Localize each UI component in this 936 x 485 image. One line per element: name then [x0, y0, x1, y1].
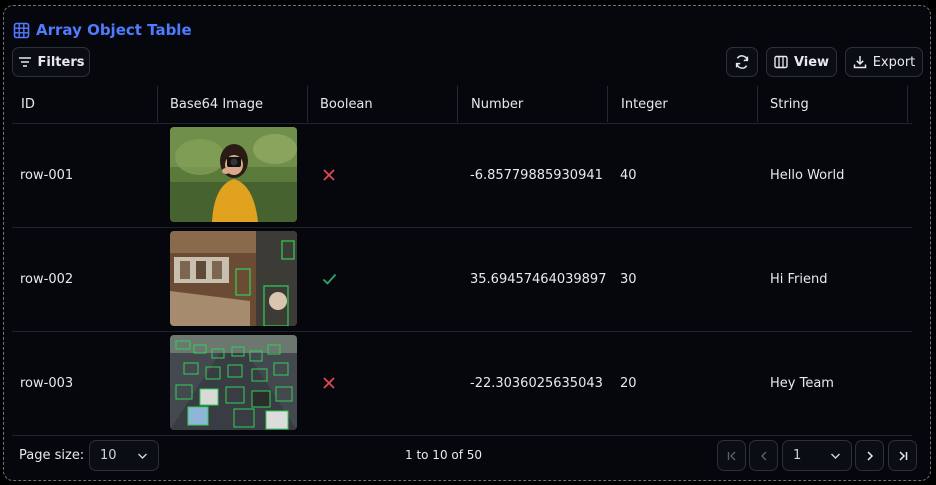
column-divider[interactable] [907, 86, 908, 122]
column-divider[interactable] [307, 86, 308, 122]
pagination-range: 1 to 10 of 50 [405, 448, 483, 462]
cell-string: Hey Team [770, 375, 834, 391]
column-divider[interactable] [457, 86, 458, 122]
table-title: Array Object Table [13, 21, 192, 39]
page-size-label: Page size: [19, 448, 85, 463]
table-title-text: Array Object Table [36, 21, 192, 39]
export-button-label: Export [872, 54, 916, 70]
cell-number: 35.69457464039897 [470, 271, 607, 287]
row-image-thumbnail[interactable] [170, 231, 297, 326]
x-icon [323, 377, 335, 389]
refresh-icon [735, 55, 749, 69]
page-size-value: 10 [100, 448, 117, 463]
column-header-number[interactable]: Number [462, 86, 607, 122]
cell-boolean [322, 227, 337, 331]
cell-id: row-001 [20, 167, 74, 183]
check-icon [322, 273, 337, 285]
chevron-last-icon [898, 450, 907, 461]
cell-integer: 40 [620, 167, 637, 183]
cell-boolean [322, 123, 336, 227]
cell-integer: 30 [620, 271, 637, 287]
column-header-integer[interactable]: Integer [612, 86, 757, 122]
filter-icon [18, 57, 31, 67]
x-icon [323, 169, 335, 181]
column-header-base64-image[interactable]: Base64 Image [161, 86, 307, 122]
cell-boolean [322, 331, 336, 435]
chevron-down-icon [138, 453, 147, 459]
table-row[interactable]: row-003 -22.3036025635043 20 Hey Team [12, 331, 912, 436]
view-button-label: View [793, 54, 830, 70]
prev-page-button[interactable] [749, 440, 778, 471]
row-image-thumbnail[interactable] [170, 335, 297, 430]
page-select-value: 1 [793, 448, 802, 463]
cell-number: -22.3036025635043 [470, 375, 603, 391]
column-header-id[interactable]: ID [12, 86, 157, 122]
filters-button[interactable]: Filters [12, 47, 90, 77]
export-button[interactable]: Export [845, 47, 923, 77]
row-image-thumbnail[interactable] [170, 127, 297, 222]
cell-number: -6.85779885930941 [470, 167, 603, 183]
filters-button-label: Filters [37, 54, 85, 70]
table-row[interactable]: row-002 35.69457464039897 30 Hi Friend [12, 227, 912, 332]
photo-woman-camera [170, 127, 297, 222]
chevron-right-icon [866, 450, 873, 461]
photo-cafe-detection [170, 231, 297, 326]
cell-integer: 20 [620, 375, 637, 391]
column-header-string[interactable]: String [761, 86, 907, 122]
cell-id: row-003 [20, 375, 74, 391]
column-divider[interactable] [607, 86, 608, 122]
next-page-button[interactable] [855, 440, 884, 471]
column-divider[interactable] [157, 86, 158, 122]
table-row[interactable]: row-001 -6.85779885930941 40 Hello World [12, 123, 912, 228]
column-header-boolean[interactable]: Boolean [311, 86, 457, 122]
cell-string: Hello World [770, 167, 845, 183]
page-size-select[interactable]: 10 [89, 440, 159, 471]
first-page-button[interactable] [717, 440, 746, 471]
chevron-first-icon [727, 451, 735, 460]
column-divider[interactable] [757, 86, 758, 122]
columns-icon [774, 55, 788, 69]
cell-id: row-002 [20, 271, 74, 287]
table-header: ID Base64 Image Boolean Number Integer S… [12, 86, 912, 124]
table-icon [13, 22, 30, 38]
view-button[interactable]: View [766, 47, 837, 77]
chevron-left-icon [760, 451, 766, 460]
chevron-down-icon [831, 453, 840, 459]
cell-string: Hi Friend [770, 271, 828, 287]
last-page-button[interactable] [888, 440, 917, 471]
table-footer: Page size: 10 1 to 10 of 50 1 [3, 436, 931, 476]
page-select[interactable]: 1 [782, 440, 852, 471]
download-icon [853, 56, 866, 69]
photo-traffic-detection [170, 335, 297, 430]
refresh-button[interactable] [726, 47, 758, 77]
